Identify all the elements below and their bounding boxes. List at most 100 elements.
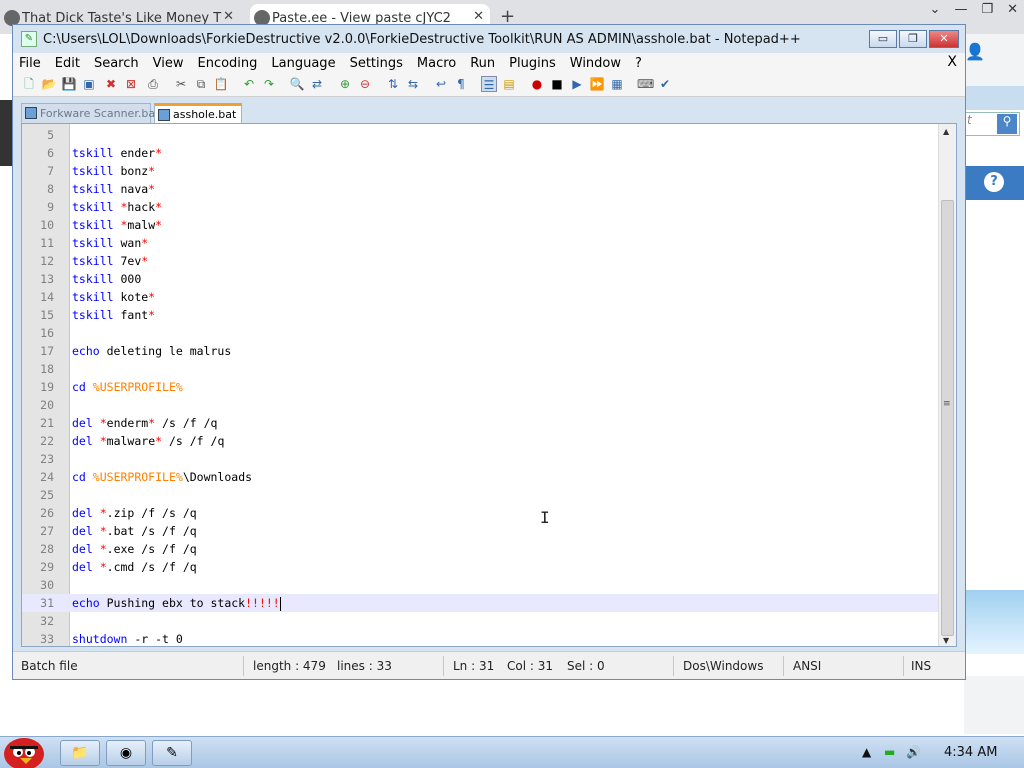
battery-icon[interactable]: ▬ <box>884 745 895 759</box>
cut-icon[interactable]: ✂ <box>173 76 189 92</box>
open-file-icon[interactable]: 📂 <box>41 76 57 92</box>
code-line[interactable]: 20 <box>22 396 938 414</box>
run-macro-multiple-icon[interactable]: ⏩ <box>589 76 605 92</box>
close-all-icon[interactable]: ⊠ <box>123 76 139 92</box>
code-line[interactable]: 26 del *.zip /f /s /q <box>22 504 938 522</box>
code-line[interactable]: 17 echo deleting le malrus <box>22 342 938 360</box>
vertical-scrollbar[interactable]: ▲ ≡ ▼ <box>938 124 956 646</box>
code-line[interactable]: 33 shutdown -r -t 0 <box>22 630 938 646</box>
restore-icon[interactable]: ❐ <box>981 2 993 17</box>
menu-macro[interactable]: Macro <box>411 56 464 71</box>
code-line[interactable]: 23 <box>22 450 938 468</box>
code-line[interactable]: 29 del *.cmd /s /f /q <box>22 558 938 576</box>
menu-encoding[interactable]: Encoding <box>191 56 265 71</box>
close-icon[interactable]: ✕ <box>223 9 234 24</box>
angry-bird-icon[interactable] <box>0 730 50 768</box>
minimize-button[interactable]: ▭ <box>869 30 897 48</box>
scroll-up-icon[interactable]: ▲ <box>943 127 949 136</box>
code-line-current[interactable]: 31 echo Pushing ebx to stack!!!!! <box>22 594 938 612</box>
search-icon[interactable]: ⚲ <box>997 114 1017 134</box>
play-macro-icon[interactable]: ▶ <box>569 76 585 92</box>
maximize-button[interactable]: ❐ <box>899 30 927 48</box>
sync-horizontal-icon[interactable]: ⇆ <box>405 76 421 92</box>
record-macro-icon[interactable]: ● <box>529 76 545 92</box>
save-macro-icon[interactable]: ▦ <box>609 76 625 92</box>
print-icon[interactable]: ⎙ <box>145 76 161 92</box>
profile-icon[interactable]: 👤 <box>965 42 989 62</box>
volume-icon[interactable]: 🔊 <box>906 745 921 759</box>
launch-browser-icon[interactable]: ⌨ <box>637 76 654 92</box>
close-document-button[interactable]: X <box>947 54 957 70</box>
undo-icon[interactable]: ↶ <box>241 76 257 92</box>
code-line[interactable]: 13 tskill 000 <box>22 270 938 288</box>
code-line[interactable]: 7 tskill bonz* <box>22 162 938 180</box>
spell-check-icon[interactable]: ✔ <box>657 76 673 92</box>
code-line[interactable]: 8 tskill nava* <box>22 180 938 198</box>
explorer-taskbar-button[interactable]: 📁 <box>60 740 100 766</box>
replace-icon[interactable]: ⇄ <box>309 76 325 92</box>
code-line[interactable]: 11 tskill wan* <box>22 234 938 252</box>
copy-icon[interactable]: ⧉ <box>193 76 209 92</box>
inner-search-input[interactable]: t ⚲ <box>964 112 1020 136</box>
show-all-chars-icon[interactable]: ¶ <box>453 76 469 92</box>
find-icon[interactable]: 🔍 <box>289 76 305 92</box>
code-line[interactable]: 5 <box>22 126 938 144</box>
file-tab-asshole[interactable]: asshole.bat <box>154 103 242 123</box>
save-all-icon[interactable]: ▣ <box>81 76 97 92</box>
code-line[interactable]: 30 <box>22 576 938 594</box>
menu-window[interactable]: Window <box>564 56 629 71</box>
code-line[interactable]: 10 tskill *malw* <box>22 216 938 234</box>
code-token: tskill <box>72 272 114 286</box>
code-line[interactable]: 15 tskill fant* <box>22 306 938 324</box>
zoom-in-icon[interactable]: ⊕ <box>337 76 353 92</box>
chrome-taskbar-button[interactable]: ◉ <box>106 740 146 766</box>
paste-icon[interactable]: 📋 <box>213 76 229 92</box>
close-icon[interactable]: ✕ <box>1007 2 1018 17</box>
code-line[interactable]: 25 <box>22 486 938 504</box>
notepad-taskbar-button[interactable]: ✎ <box>152 740 192 766</box>
menu-run[interactable]: Run <box>464 56 503 71</box>
code-line[interactable]: 27 del *.bat /s /f /q <box>22 522 938 540</box>
menu-search[interactable]: Search <box>88 56 147 71</box>
tab-search-icon[interactable]: ⌄ <box>930 2 941 17</box>
menu-file[interactable]: File <box>13 56 49 71</box>
close-file-icon[interactable]: ✖ <box>103 76 119 92</box>
code-line[interactable]: 19 cd %USERPROFILE% <box>22 378 938 396</box>
new-file-icon[interactable]: 🗋 <box>21 76 37 92</box>
menu-language[interactable]: Language <box>265 56 343 71</box>
folder-view-icon[interactable]: ▤ <box>501 76 517 92</box>
scroll-thumb[interactable] <box>941 200 954 636</box>
show-hidden-icons[interactable]: ▲ <box>862 745 871 759</box>
code-line[interactable]: 16 <box>22 324 938 342</box>
sync-vertical-icon[interactable]: ⇅ <box>385 76 401 92</box>
code-line[interactable]: 28 del *.exe /s /f /q <box>22 540 938 558</box>
code-line[interactable]: 18 <box>22 360 938 378</box>
code-line[interactable]: 9 tskill *hack* <box>22 198 938 216</box>
code-line[interactable]: 22 del *malware* /s /f /q <box>22 432 938 450</box>
menu-settings[interactable]: Settings <box>344 56 411 71</box>
code-line[interactable]: 32 <box>22 612 938 630</box>
indent-guide-icon[interactable]: ☰ <box>481 76 497 92</box>
close-button[interactable]: ✕ <box>929 30 959 48</box>
menu-plugins[interactable]: Plugins <box>503 56 564 71</box>
code-line[interactable]: 24 cd %USERPROFILE%\Downloads <box>22 468 938 486</box>
code-line[interactable]: 21 del *enderm* /s /f /q <box>22 414 938 432</box>
menu-help[interactable]: ? <box>629 56 650 71</box>
close-icon[interactable]: ✕ <box>473 9 484 24</box>
save-icon[interactable]: 💾 <box>61 76 77 92</box>
code-line[interactable]: 14 tskill kote* <box>22 288 938 306</box>
code-line[interactable]: 6 tskill ender* <box>22 144 938 162</box>
minimize-icon[interactable]: — <box>954 2 967 17</box>
menu-view[interactable]: View <box>147 56 192 71</box>
menu-edit[interactable]: Edit <box>49 56 88 71</box>
word-wrap-icon[interactable]: ↩ <box>433 76 449 92</box>
file-tab-forkware-scanner[interactable]: Forkware Scanner.bat <box>21 103 159 123</box>
help-icon[interactable]: ? <box>984 172 1004 192</box>
scroll-down-icon[interactable]: ▼ <box>943 636 949 645</box>
redo-icon[interactable]: ↷ <box>261 76 277 92</box>
code-line[interactable]: 12 tskill 7ev* <box>22 252 938 270</box>
stop-macro-icon[interactable]: ■ <box>549 76 565 92</box>
zoom-out-icon[interactable]: ⊖ <box>357 76 373 92</box>
code-editor[interactable]: 5 6 tskill ender* 7 tskill bonz* 8 tskill nava… <box>21 123 957 647</box>
clock[interactable]: 4:34 AM <box>944 745 997 760</box>
